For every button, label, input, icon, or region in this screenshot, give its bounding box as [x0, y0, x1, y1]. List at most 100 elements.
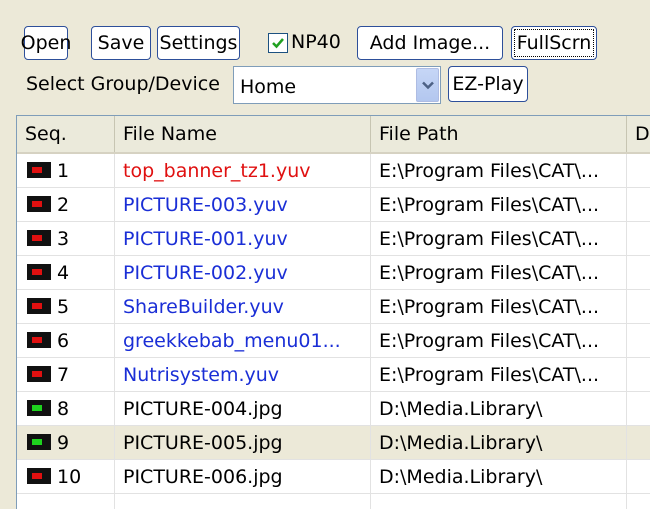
seq-cell: 7: [17, 358, 115, 392]
table-row[interactable]: 9 PICTURE-005.jpg D:\Media.Library\: [17, 426, 650, 460]
file-name-cell: PICTURE-002.yuv: [115, 256, 371, 290]
seq-number: 3: [57, 228, 70, 250]
group-device-select[interactable]: Home: [233, 66, 441, 104]
d-cell: [627, 324, 650, 358]
status-lamp: [32, 405, 42, 411]
seq-number: 6: [57, 330, 70, 352]
status-indicator-icon: [27, 298, 51, 314]
seq-cell: 5: [17, 290, 115, 324]
select-group-label: Select Group/Device: [26, 73, 220, 95]
playlist-table[interactable]: Seq. File Name File Path D 1 top_banner_t…: [16, 115, 650, 509]
d-cell: [627, 256, 650, 290]
seq-number: 5: [57, 296, 70, 318]
file-name-cell: Nutrisystem.yuv: [115, 358, 371, 392]
column-header-seq[interactable]: Seq.: [17, 116, 115, 152]
status-indicator-icon: [27, 196, 51, 212]
file-name-cell: PICTURE-006.jpg: [115, 460, 371, 494]
table-row[interactable]: 2 PICTURE-003.yuv E:\Program Files\CAT\...: [17, 188, 650, 222]
table-row[interactable]: 3 PICTURE-001.yuv E:\Program Files\CAT\...: [17, 222, 650, 256]
column-header-seq-label: Seq.: [25, 123, 67, 145]
empty-cell: [371, 494, 627, 509]
add-image-button-label: Add Image...: [369, 32, 491, 54]
add-image-button[interactable]: Add Image...: [357, 26, 503, 60]
file-path-cell: D:\Media.Library\: [371, 392, 627, 426]
file-name-cell: PICTURE-001.yuv: [115, 222, 371, 256]
file-path-cell: E:\Program Files\CAT\...: [371, 256, 627, 290]
status-indicator-icon: [27, 366, 51, 382]
d-cell: [627, 188, 650, 222]
file-path-cell: D:\Media.Library\: [371, 426, 627, 460]
d-cell: [627, 460, 650, 494]
save-button[interactable]: Save: [91, 26, 151, 60]
d-cell: [627, 426, 650, 460]
file-name-cell: greekkebab_menu01...: [115, 324, 371, 358]
file-path-cell: E:\Program Files\CAT\...: [371, 324, 627, 358]
seq-cell: 3: [17, 222, 115, 256]
status-indicator-icon: [27, 230, 51, 246]
table-row[interactable]: 4 PICTURE-002.yuv E:\Program Files\CAT\...: [17, 256, 650, 290]
seq-cell: 2: [17, 188, 115, 222]
seq-cell: 4: [17, 256, 115, 290]
seq-cell: 1: [17, 154, 115, 188]
table-row[interactable]: 1 top_banner_tz1.yuv E:\Program Files\CAT\…: [17, 154, 650, 188]
file-name-cell: top_banner_tz1.yuv: [115, 154, 371, 188]
d-cell: [627, 358, 650, 392]
column-header-d[interactable]: D: [627, 116, 650, 152]
file-name-cell: PICTURE-004.jpg: [115, 392, 371, 426]
open-button[interactable]: Open: [21, 26, 71, 60]
status-lamp: [32, 201, 42, 207]
status-lamp: [32, 371, 42, 377]
status-indicator-icon: [27, 434, 51, 450]
column-header-file-path-label: File Path: [379, 123, 459, 145]
column-header-file-name[interactable]: File Name: [115, 116, 371, 152]
open-button-label: Open: [20, 32, 72, 54]
chevron-down-icon: [421, 81, 434, 89]
status-lamp: [32, 235, 42, 241]
empty-cell: [17, 494, 115, 509]
save-button-label: Save: [97, 32, 145, 54]
seq-cell: 10: [17, 460, 115, 494]
seq-number: 9: [57, 432, 70, 454]
checkmark-icon: [272, 38, 284, 49]
seq-cell: 8: [17, 392, 115, 426]
file-path-cell: E:\Program Files\CAT\...: [371, 290, 627, 324]
seq-number: 10: [57, 466, 82, 488]
group-device-value: Home: [240, 76, 297, 98]
seq-number: 8: [57, 398, 70, 420]
table-row[interactable]: 10 PICTURE-006.jpg D:\Media.Library\: [17, 460, 650, 494]
dropdown-arrow-button[interactable]: [416, 68, 439, 102]
fullscreen-button-label: FullScrn: [516, 32, 592, 54]
file-path-cell: E:\Program Files\CAT\...: [371, 222, 627, 256]
seq-cell: 9: [17, 426, 115, 460]
file-path-cell: E:\Program Files\CAT\...: [371, 358, 627, 392]
status-indicator-icon: [27, 162, 51, 178]
status-indicator-icon: [27, 468, 51, 484]
settings-button-label: Settings: [159, 32, 238, 54]
seq-number: 4: [57, 262, 70, 284]
table-row[interactable]: 5 ShareBuilder.yuv E:\Program Files\CAT\..…: [17, 290, 650, 324]
table-row[interactable]: 8 PICTURE-004.jpg D:\Media.Library\: [17, 392, 650, 426]
table-row[interactable]: 6 greekkebab_menu01... E:\Program Files\CA…: [17, 324, 650, 358]
fullscreen-button[interactable]: FullScrn: [511, 26, 597, 60]
file-name-cell: PICTURE-005.jpg: [115, 426, 371, 460]
seq-cell: 6: [17, 324, 115, 358]
settings-button[interactable]: Settings: [157, 26, 240, 60]
column-header-d-label: D: [635, 123, 650, 145]
status-lamp: [32, 167, 42, 173]
np40-checkbox[interactable]: [268, 33, 288, 53]
ez-play-button-label: EZ-Play: [452, 73, 524, 95]
ez-play-button[interactable]: EZ-Play: [448, 66, 528, 102]
column-header-file-name-label: File Name: [123, 123, 217, 145]
seq-number: 1: [57, 160, 70, 182]
status-lamp: [32, 269, 42, 275]
status-lamp: [32, 473, 42, 479]
status-lamp: [32, 337, 42, 343]
d-cell: [627, 392, 650, 426]
column-header-file-path[interactable]: File Path: [371, 116, 627, 152]
file-path-cell: D:\Media.Library\: [371, 460, 627, 494]
empty-row: [17, 494, 650, 509]
status-indicator-icon: [27, 400, 51, 416]
table-row[interactable]: 7 Nutrisystem.yuv E:\Program Files\CAT\...: [17, 358, 650, 392]
d-cell: [627, 222, 650, 256]
status-lamp: [32, 439, 42, 445]
